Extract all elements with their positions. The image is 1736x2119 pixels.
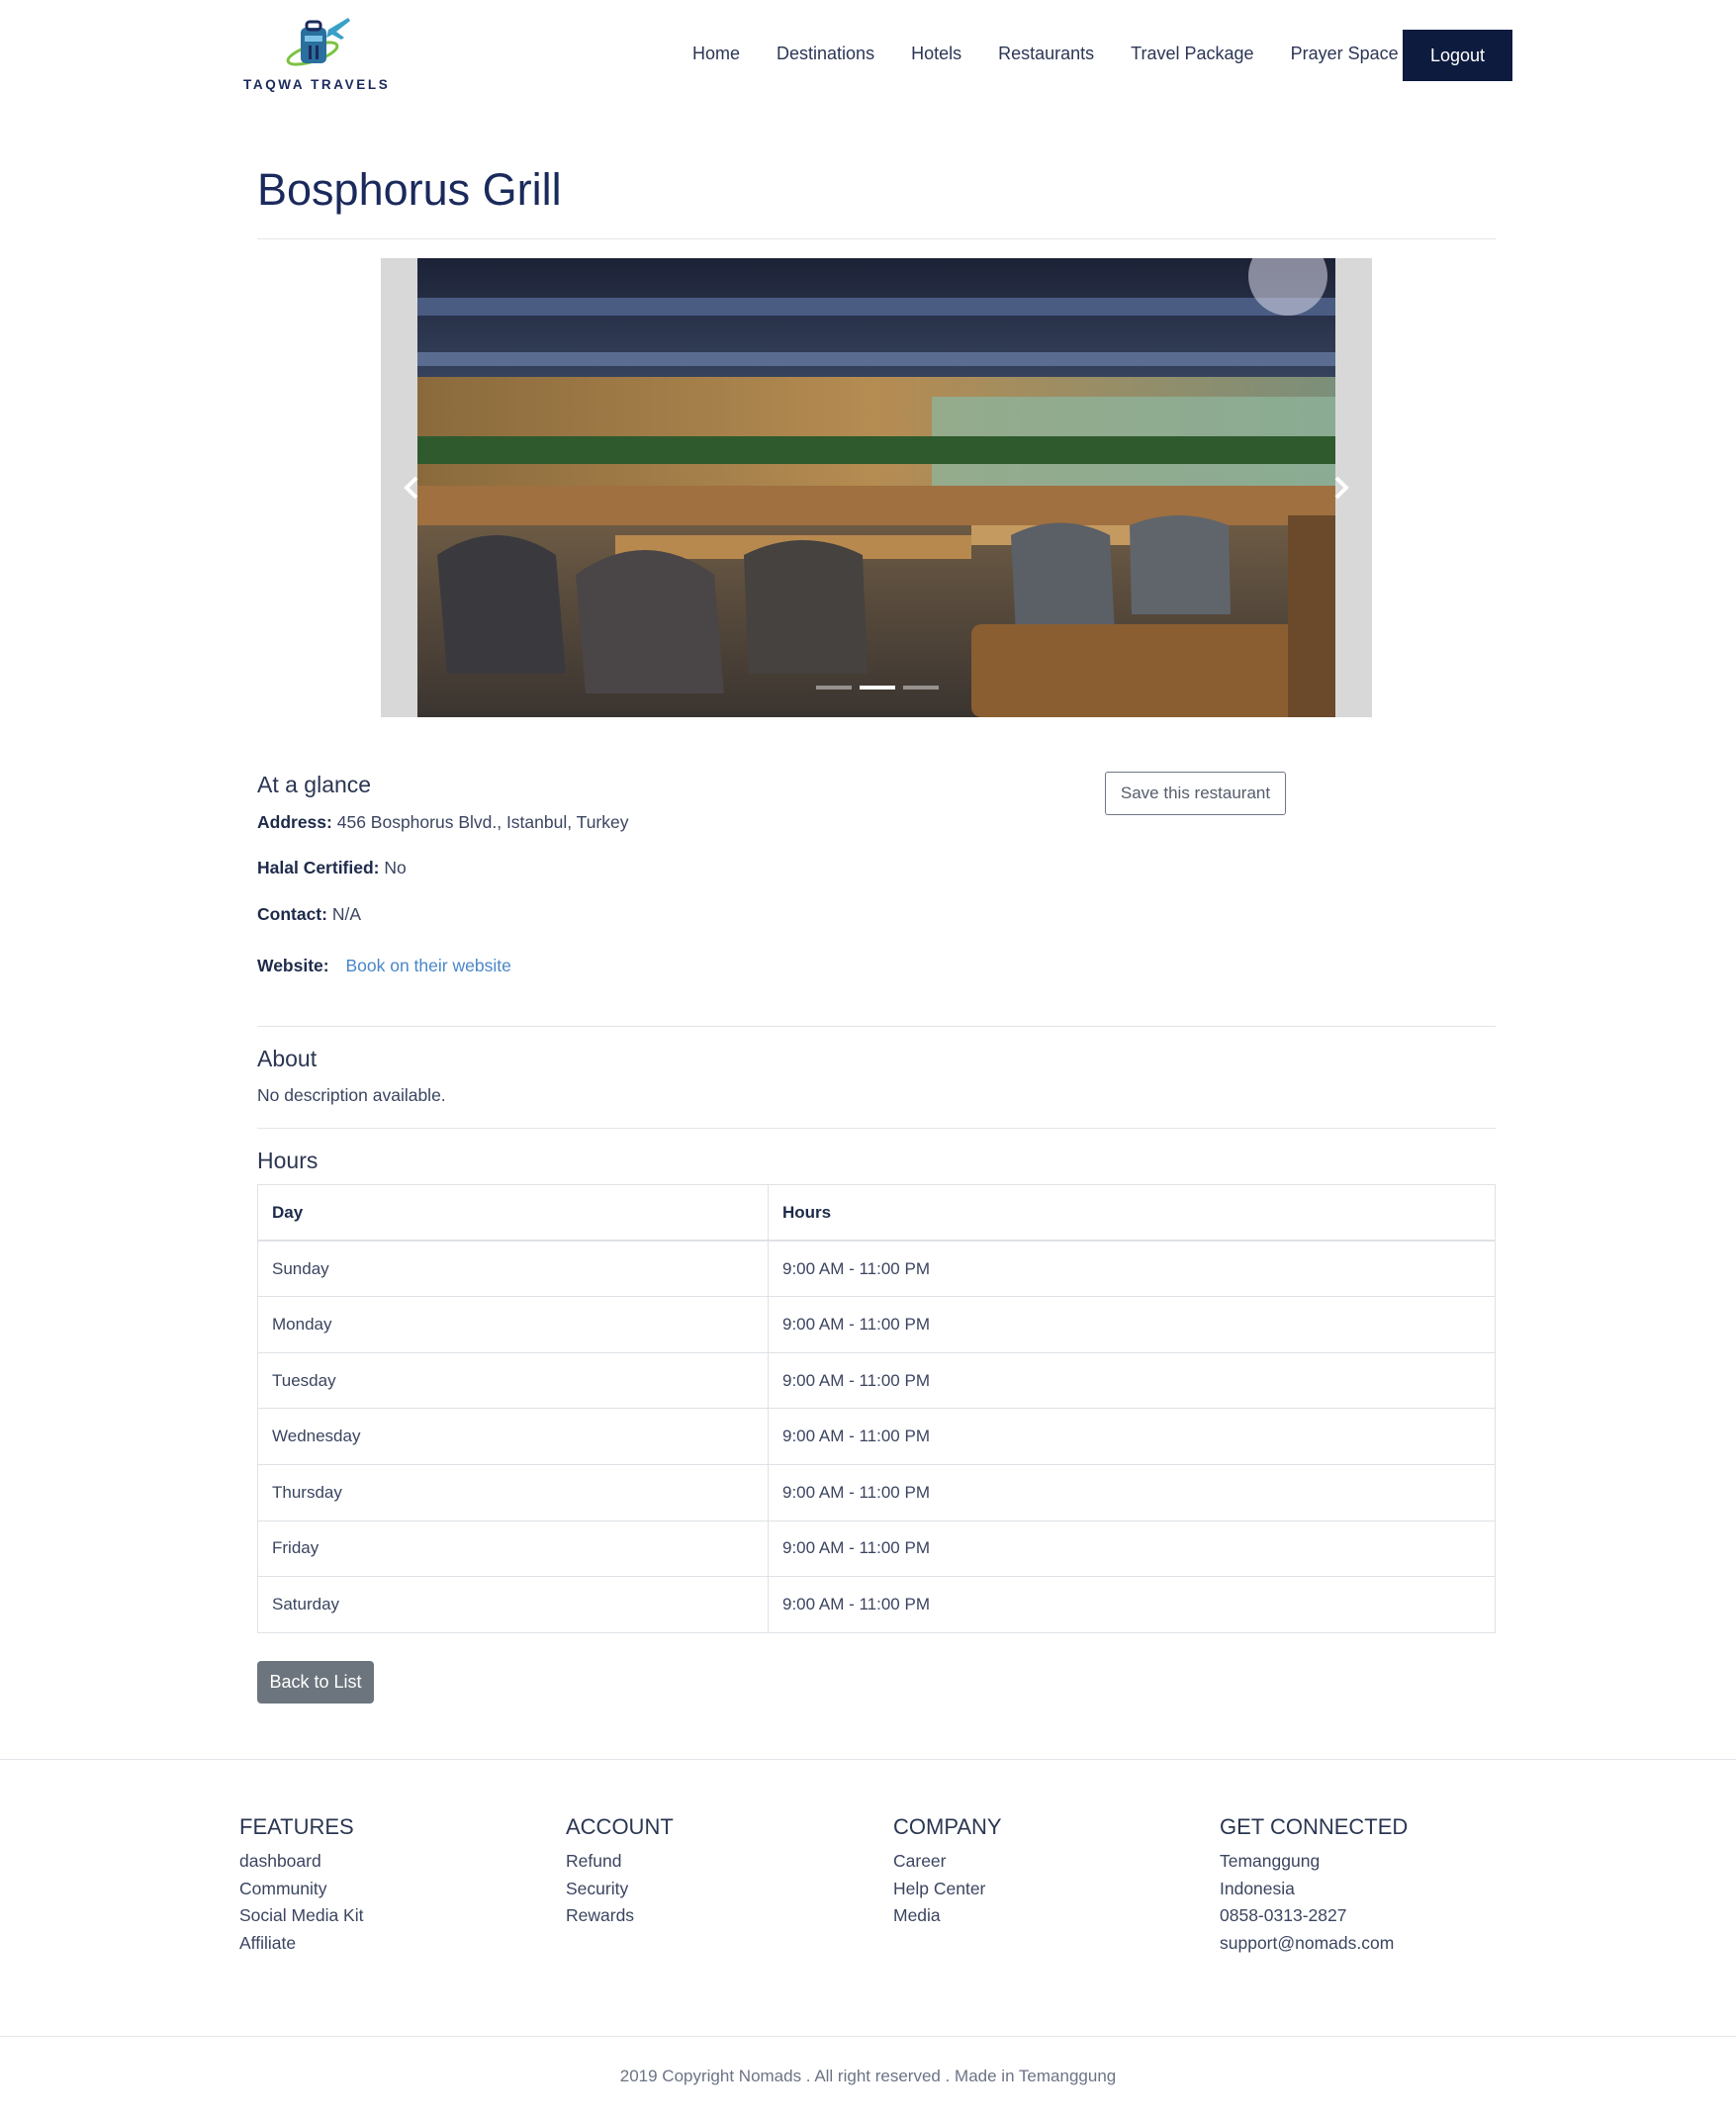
chevron-right-icon[interactable] [1328, 468, 1352, 507]
address-value: 456 Bosphorus Blvd., Istanbul, Turkey [336, 812, 629, 832]
image-carousel[interactable] [381, 258, 1372, 717]
contact-line: Contact: N/A [257, 904, 361, 925]
address-line: Address: 456 Bosphorus Blvd., Istanbul, … [257, 812, 628, 833]
footer-column-account: ACCOUNT Refund Security Rewards [566, 1814, 674, 1930]
footer-link-career[interactable]: Career [893, 1848, 1002, 1876]
back-to-list-button[interactable]: Back to List [257, 1661, 374, 1704]
table-row: Wednesday 9:00 AM - 11:00 PM [257, 1408, 1496, 1465]
column-header-day: Day [257, 1184, 769, 1243]
nav-links: Home Destinations Hotels Restaurants Tra… [692, 44, 1435, 64]
footer-divider [0, 1759, 1736, 1760]
chevron-left-icon[interactable] [401, 468, 424, 507]
footer-link-media[interactable]: Media [893, 1902, 1002, 1930]
footer-phone: 0858-0313-2827 [1220, 1905, 1347, 1926]
table-row: Friday 9:00 AM - 11:00 PM [257, 1520, 1496, 1578]
save-restaurant-button[interactable]: Save this restaurant [1105, 772, 1286, 815]
footer-link-affiliate[interactable]: Affiliate [239, 1930, 363, 1958]
page-title: Bosphorus Grill [257, 164, 562, 215]
day-cell: Friday [257, 1520, 769, 1578]
logout-button[interactable]: Logout [1403, 30, 1512, 81]
nav-restaurants[interactable]: Restaurants [998, 44, 1094, 64]
hours-cell: 9:00 AM - 11:00 PM [768, 1351, 1496, 1410]
brand-name: TAQWA TRAVELS [243, 77, 391, 92]
table-row: Thursday 9:00 AM - 11:00 PM [257, 1463, 1496, 1521]
carousel-indicators [816, 686, 947, 690]
footer-heading: COMPANY [893, 1814, 1002, 1839]
restaurant-photo [417, 258, 1335, 717]
day-cell: Monday [257, 1296, 769, 1353]
footer-heading: ACCOUNT [566, 1814, 674, 1839]
footer-link-security[interactable]: Security [566, 1876, 674, 1903]
table-header-row: Day Hours [257, 1184, 1496, 1243]
copyright-text: 2019 Copyright Nomads . All right reserv… [619, 2067, 1117, 2085]
footer-heading: GET CONNECTED [1220, 1814, 1409, 1839]
day-cell: Saturday [257, 1576, 769, 1633]
hours-cell: 9:00 AM - 11:00 PM [768, 1576, 1496, 1633]
carousel-indicator-3[interactable] [903, 686, 939, 690]
hours-table: Day Hours Sunday 9:00 AM - 11:00 PM Mond… [257, 1184, 1496, 1633]
day-cell: Thursday [257, 1463, 769, 1521]
footer-column-company: COMPANY Career Help Center Media [893, 1814, 1002, 1930]
hours-cell: 9:00 AM - 11:00 PM [768, 1463, 1496, 1521]
nav-hotels[interactable]: Hotels [911, 44, 961, 64]
footer-link-refund[interactable]: Refund [566, 1848, 674, 1876]
about-heading: About [257, 1046, 318, 1071]
halal-label: Halal Certified: [257, 858, 380, 877]
table-row: Saturday 9:00 AM - 11:00 PM [257, 1576, 1496, 1633]
halal-line: Halal Certified: No [257, 858, 407, 878]
glance-heading: At a glance [257, 772, 372, 797]
hours-heading: Hours [257, 1148, 319, 1173]
footer-heading: FEATURES [239, 1814, 354, 1839]
day-cell: Sunday [257, 1240, 769, 1298]
website-label: Website: [257, 956, 329, 975]
footer-bottom-divider [0, 2036, 1736, 2037]
table-row: Monday 9:00 AM - 11:00 PM [257, 1296, 1496, 1353]
carousel-indicator-2[interactable] [860, 686, 895, 690]
column-header-hours: Hours [768, 1184, 1496, 1243]
footer-link-dashboard[interactable]: dashboard [239, 1848, 363, 1876]
footer-column-features: FEATURES dashboard Community Social Medi… [239, 1814, 363, 1957]
hours-cell: 9:00 AM - 11:00 PM [768, 1520, 1496, 1578]
website-line: Website: Book on their website [257, 956, 511, 976]
about-divider [257, 1128, 1496, 1129]
title-divider [257, 238, 1496, 239]
nav-prayer-space[interactable]: Prayer Space [1291, 44, 1399, 64]
table-row: Sunday 9:00 AM - 11:00 PM [257, 1240, 1496, 1298]
carousel-indicator-1[interactable] [816, 686, 852, 690]
contact-label: Contact: [257, 904, 327, 924]
website-link[interactable]: Book on their website [345, 956, 510, 975]
table-row: Tuesday 9:00 AM - 11:00 PM [257, 1351, 1496, 1410]
hours-cell: 9:00 AM - 11:00 PM [768, 1408, 1496, 1465]
footer-city: Temanggung [1220, 1851, 1321, 1871]
contact-value: N/A [331, 904, 362, 924]
halal-value: No [384, 858, 407, 877]
nav-travel-package[interactable]: Travel Package [1131, 44, 1253, 64]
day-cell: Wednesday [257, 1408, 769, 1465]
footer-link-social-media-kit[interactable]: Social Media Kit [239, 1902, 363, 1930]
navbar: TAQWA TRAVELS Home Destinations Hotels R… [0, 0, 1736, 111]
footer-column-get-connected: GET CONNECTED Temanggung Indonesia 0858-… [1220, 1814, 1408, 1957]
brand-logo[interactable]: TAQWA TRAVELS [243, 14, 388, 95]
suitcase-airplane-icon [286, 18, 350, 66]
footer-email[interactable]: support@nomads.com [1220, 1930, 1408, 1958]
day-cell: Tuesday [257, 1351, 769, 1410]
hours-cell: 9:00 AM - 11:00 PM [768, 1240, 1496, 1298]
hours-cell: 9:00 AM - 11:00 PM [768, 1296, 1496, 1353]
glance-divider [257, 1026, 1496, 1027]
footer-link-rewards[interactable]: Rewards [566, 1902, 674, 1930]
address-label: Address: [257, 812, 332, 832]
footer-link-help-center[interactable]: Help Center [893, 1876, 1002, 1903]
nav-destinations[interactable]: Destinations [777, 44, 874, 64]
footer-link-community[interactable]: Community [239, 1876, 363, 1903]
nav-home[interactable]: Home [692, 44, 740, 64]
footer-country: Indonesia [1220, 1878, 1295, 1898]
about-text: No description available. [257, 1085, 446, 1105]
